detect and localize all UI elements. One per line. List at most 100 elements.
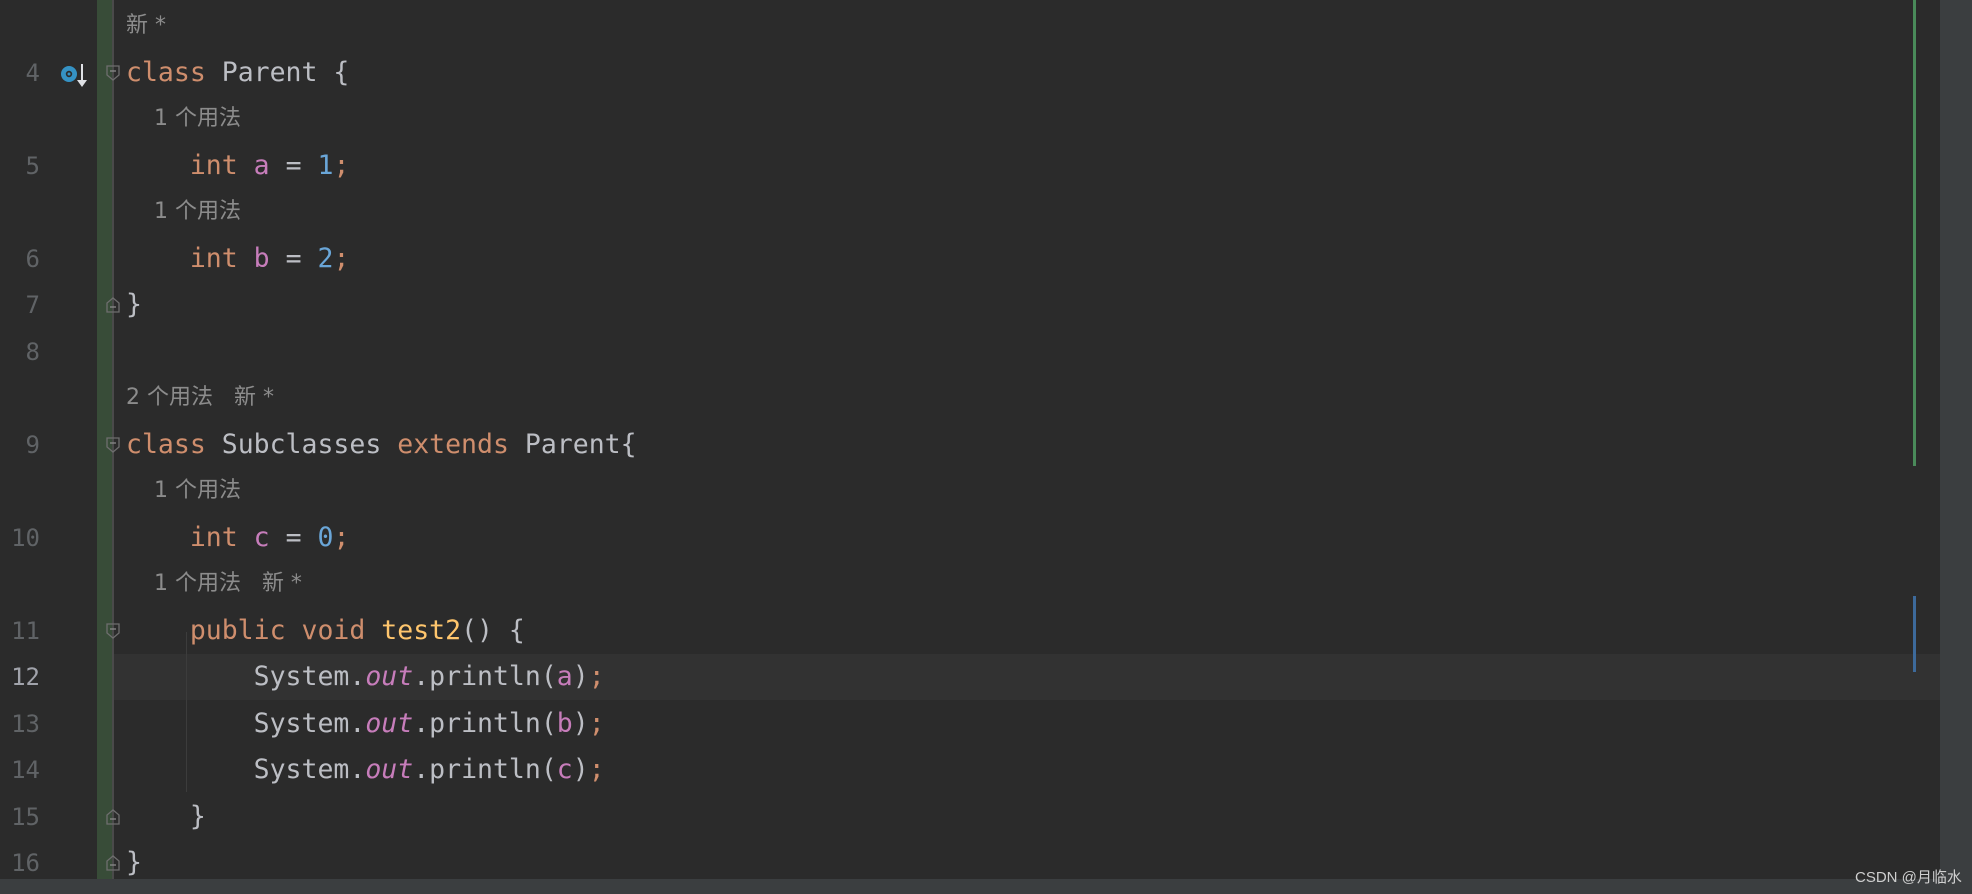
usage-hint[interactable]: 新 *	[126, 3, 166, 49]
token: System.	[126, 754, 366, 785]
code-line[interactable]: 15 }	[0, 794, 1940, 840]
change-marker-modified[interactable]	[1913, 596, 1916, 672]
token: =	[269, 149, 318, 181]
token: System.	[126, 707, 366, 739]
fold-collapse-icon[interactable]	[106, 436, 120, 453]
token: )	[572, 707, 589, 739]
token: =	[269, 242, 318, 274]
inlay-hint-row[interactable]: 1 个用法 新 *	[0, 561, 1940, 607]
usage-hint[interactable]: 1 个用法 新 *	[126, 561, 302, 607]
token: .println(	[413, 754, 557, 785]
token: out	[365, 661, 414, 692]
token: extends	[397, 428, 525, 460]
token: 0	[317, 521, 334, 553]
code-text[interactable]: class Parent {	[126, 50, 349, 96]
token: Subclasses	[221, 428, 398, 460]
token: ;	[333, 521, 350, 553]
code-line[interactable]: 6 int b = 2;	[0, 236, 1940, 282]
code-text[interactable]: class Subclasses extends Parent{	[126, 422, 637, 468]
inlay-hint-row[interactable]: 1 个用法	[0, 189, 1940, 235]
token: c	[556, 754, 573, 785]
token: ;	[333, 242, 350, 274]
watermark: CSDN @月临水	[1855, 869, 1962, 886]
line-number: 14	[11, 756, 40, 784]
line-number: 9	[25, 430, 40, 459]
token: ;	[333, 149, 350, 181]
inlay-hint-row[interactable]: 1 个用法	[0, 468, 1940, 514]
code-text[interactable]: }	[126, 282, 142, 328]
code-line[interactable]: 13 System.out.println(b);	[0, 701, 1940, 747]
token: public void	[126, 614, 382, 646]
token: b	[253, 242, 270, 274]
code-line[interactable]: 7}	[0, 282, 1940, 328]
token: Parent{	[524, 428, 637, 460]
code-text[interactable]: }	[126, 794, 206, 840]
line-number: 4	[25, 58, 40, 87]
code-line[interactable]: 10 int c = 0;	[0, 515, 1940, 561]
implemented-override-icon[interactable]	[60, 64, 90, 90]
code-line[interactable]: 5 int a = 1;	[0, 143, 1940, 189]
horizontal-scrollbar[interactable]	[0, 879, 1940, 894]
token: class	[126, 428, 222, 460]
line-number: 12	[11, 663, 40, 691]
token: .println(	[413, 661, 557, 692]
code-line[interactable]: 9 class Subclasses extends Parent{	[0, 422, 1940, 468]
token: )	[572, 661, 589, 692]
fold-collapse-icon[interactable]	[106, 64, 120, 81]
token: out	[365, 707, 414, 739]
inlay-hint-row[interactable]: 2 个用法 新 *	[0, 375, 1940, 421]
token: }	[126, 289, 142, 320]
fold-end-icon[interactable]	[106, 808, 120, 825]
code-line[interactable]: 8	[0, 329, 1940, 375]
token: 1	[317, 149, 334, 181]
token: a	[253, 149, 270, 181]
fold-end-icon[interactable]	[106, 297, 120, 313]
code-text[interactable]: System.out.println(c);	[126, 747, 605, 793]
token: c	[253, 521, 270, 553]
code-text[interactable]: int b = 2;	[126, 236, 350, 282]
line-number: 13	[11, 709, 40, 738]
code-line[interactable]: 12 System.out.println(a);	[0, 654, 1940, 700]
token: ;	[588, 661, 605, 692]
token: () {	[461, 614, 525, 646]
code-line[interactable]: 11 public void test2() {	[0, 608, 1940, 654]
token: class	[126, 56, 222, 88]
line-number: 6	[25, 244, 40, 273]
code-line[interactable]: 14 System.out.println(c);	[0, 747, 1940, 793]
token: Parent {	[221, 56, 350, 88]
token: }	[126, 800, 206, 832]
code-text[interactable]: public void test2() {	[126, 608, 525, 654]
usage-hint[interactable]: 1 个用法	[126, 468, 241, 514]
token: out	[365, 754, 414, 785]
line-number: 8	[25, 337, 40, 366]
token: .println(	[413, 707, 557, 739]
line-number: 5	[25, 151, 40, 180]
line-number: 7	[25, 291, 40, 319]
vertical-scrollbar[interactable]	[1940, 0, 1972, 894]
change-marker-added[interactable]	[1913, 0, 1916, 466]
line-number: 11	[11, 616, 40, 645]
token: b	[556, 707, 573, 739]
token: =	[269, 521, 318, 553]
usage-hint[interactable]: 1 个用法	[126, 189, 241, 235]
token: int	[126, 149, 254, 181]
code-text[interactable]: System.out.println(b);	[126, 701, 605, 747]
token: test2	[381, 614, 462, 646]
line-number: 10	[11, 523, 40, 552]
usage-hint[interactable]: 1 个用法	[126, 96, 241, 142]
code-text[interactable]: int c = 0;	[126, 515, 350, 561]
token: a	[556, 661, 573, 692]
usage-hint[interactable]: 2 个用法 新 *	[126, 375, 274, 421]
token: int	[126, 521, 254, 553]
token: ;	[588, 754, 605, 785]
token: int	[126, 242, 254, 274]
token: 2	[317, 242, 334, 274]
token: System.	[126, 661, 366, 692]
code-line[interactable]: 4 class Parent {	[0, 50, 1940, 96]
inlay-hint-row[interactable]: 新 *	[0, 3, 1940, 49]
code-text[interactable]: System.out.println(a);	[126, 654, 605, 700]
fold-end-icon[interactable]	[106, 855, 120, 871]
code-text[interactable]: int a = 1;	[126, 143, 350, 189]
inlay-hint-row[interactable]: 1 个用法	[0, 96, 1940, 142]
fold-collapse-icon[interactable]	[106, 622, 120, 639]
